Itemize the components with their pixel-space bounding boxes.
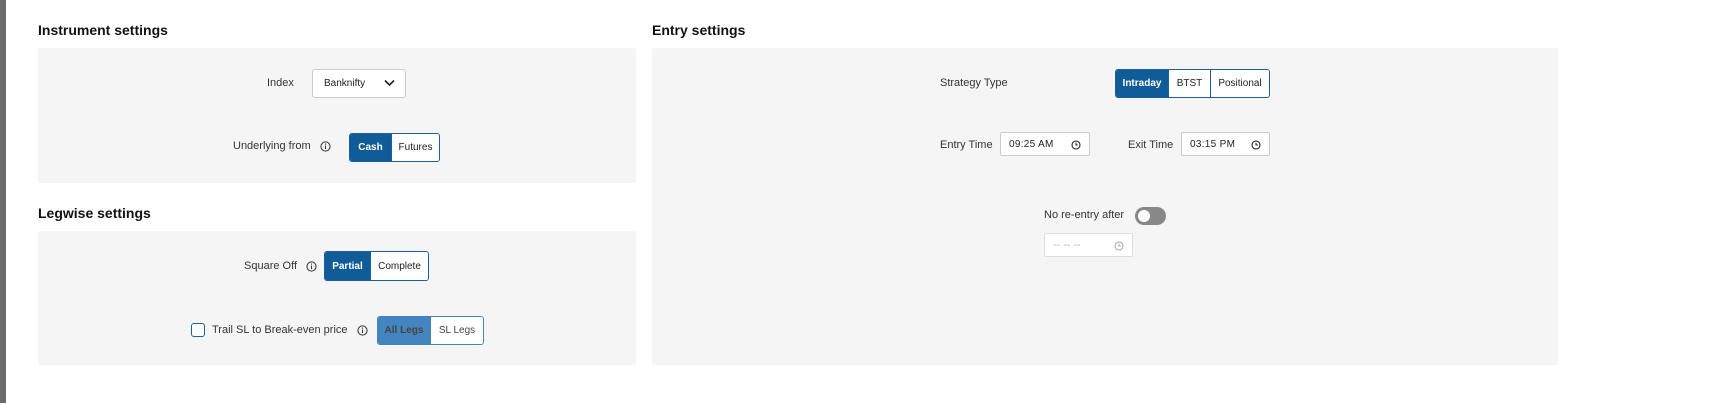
underlying-label: Underlying from [233,140,311,152]
info-icon[interactable] [320,141,331,152]
trail-sl-label: Trail SL to Break-even price [212,324,348,336]
underlying-toggle[interactable]: Cash Futures [349,133,440,162]
entry-time-value: 09:25 AM [1009,138,1054,150]
trail-sl-checkbox[interactable] [191,323,205,337]
toggle-knob [1138,210,1150,222]
clock-icon [1114,241,1124,251]
info-icon[interactable] [306,261,317,272]
entry-settings-panel: Strategy Type Intraday BTST Positional E… [652,48,1558,365]
no-reentry-label: No re-entry after [1044,209,1125,221]
strategy-type-label: Strategy Type [940,77,1008,89]
index-select[interactable]: Banknifty [312,69,406,98]
square-off-option-partial[interactable]: Partial [325,252,370,280]
no-reentry-time-input[interactable]: -- -- -- [1044,233,1133,257]
entry-time-label: Entry Time [940,139,993,151]
no-reentry-time-placeholder: -- -- -- [1053,239,1081,251]
chevron-down-icon [384,79,395,87]
legwise-settings-title: Legwise settings [38,205,151,221]
exit-time-label: Exit Time [1128,139,1174,151]
trail-legs-toggle[interactable]: All Legs SL Legs [377,316,484,345]
square-off-option-complete[interactable]: Complete [370,252,428,280]
strategy-option-intraday[interactable]: Intraday [1116,70,1168,97]
exit-time-value: 03:15 PM [1190,138,1236,150]
instrument-settings-title: Instrument settings [38,22,168,38]
no-reentry-toggle[interactable] [1135,207,1166,225]
info-icon[interactable] [357,325,368,336]
exit-time-input[interactable]: 03:15 PM [1181,132,1270,156]
strategy-option-btst[interactable]: BTST [1168,70,1210,97]
clock-icon [1071,140,1081,150]
trail-option-all-legs[interactable]: All Legs [378,317,430,344]
legwise-settings-panel: Square Off Partial Complete Trail SL to … [38,231,636,365]
trail-option-sl-legs[interactable]: SL Legs [430,317,483,344]
underlying-option-cash[interactable]: Cash [350,134,391,161]
strategy-type-toggle[interactable]: Intraday BTST Positional [1115,69,1270,98]
square-off-toggle[interactable]: Partial Complete [324,251,429,281]
entry-settings-title: Entry settings [652,22,746,38]
instrument-settings-panel: Index Banknifty Underlying from Cash Fut… [38,48,636,183]
index-value: Banknifty [324,78,366,89]
entry-time-input[interactable]: 09:25 AM [1000,132,1090,156]
index-label: Index [267,77,294,89]
clock-icon [1251,140,1261,150]
underlying-option-futures[interactable]: Futures [391,134,439,161]
window-edge [0,0,6,403]
strategy-option-positional[interactable]: Positional [1210,70,1269,97]
square-off-label: Square Off [244,260,297,272]
